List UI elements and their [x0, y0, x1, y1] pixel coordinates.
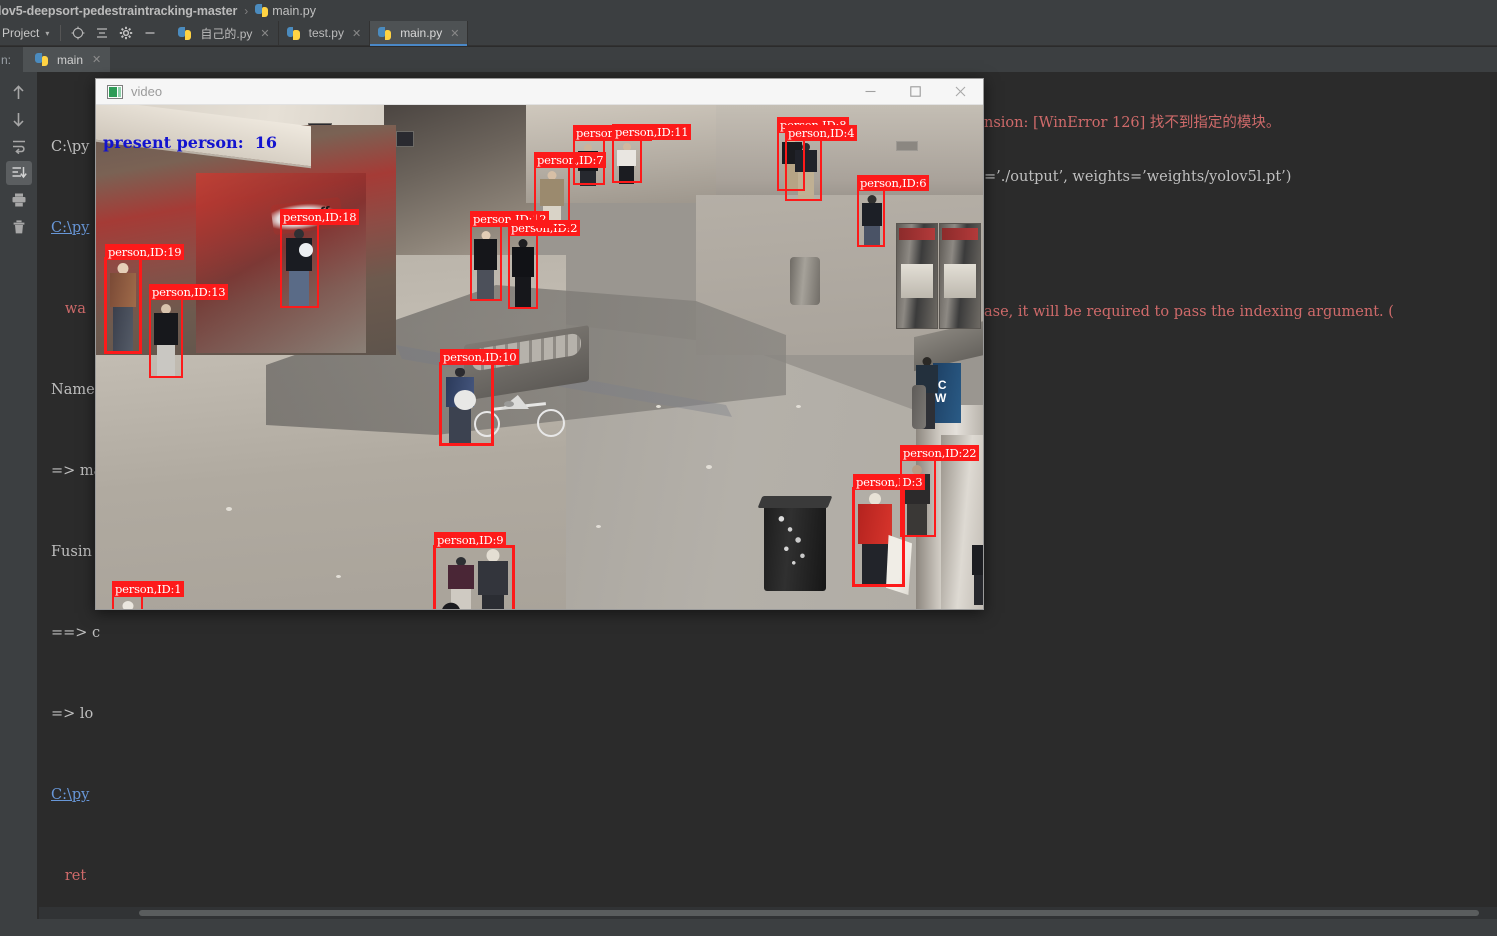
console-action-gutter [0, 72, 38, 936]
detection-box-13: person,ID:13 [149, 284, 229, 378]
trash-icon[interactable] [6, 215, 32, 239]
python-file-icon [286, 26, 300, 40]
print-icon[interactable] [6, 188, 32, 212]
scrollbar-thumb[interactable] [139, 910, 1479, 916]
breadcrumb: lov5-deepsort-pedestraintracking-master … [0, 0, 1497, 21]
detection-label-4: person,ID:4 [785, 125, 858, 141]
minimize-icon[interactable] [138, 22, 162, 44]
maximize-icon[interactable] [893, 79, 938, 105]
detection-label-9: person,ID:9 [434, 532, 507, 548]
scene-litter-bin [764, 503, 826, 591]
editor-tab-label: test.py [308, 26, 344, 40]
editor-tab-2[interactable]: main.py ✕ [370, 20, 469, 46]
run-tool-window-header: n: main ✕ [0, 47, 1497, 72]
present-person-counter: present person: 16 [103, 133, 277, 152]
console-line-error: nsion: [WinError 126] 找不到指定的模块。 [984, 115, 1281, 131]
close-icon[interactable] [938, 79, 983, 105]
close-icon[interactable]: ✕ [92, 53, 101, 66]
main-toolbar: Project ▾ 自己的.py ✕ test.py ✕ main.py ✕ [0, 20, 1497, 46]
project-label: Project [2, 26, 40, 40]
arrow-up-icon[interactable] [6, 80, 32, 104]
arrow-down-icon[interactable] [6, 107, 32, 131]
python-file-icon [35, 53, 49, 66]
detection-box-18: person,ID:18 [280, 209, 360, 308]
video-window-titlebar[interactable]: video [96, 79, 983, 105]
detection-box-3: person,ID:3 [852, 474, 926, 587]
detection-box-19: person,ID:19 [104, 244, 185, 354]
scene-window [896, 141, 918, 151]
scene-bicycle-wheel [537, 409, 565, 437]
detection-box-12: person,ID:12 [470, 211, 550, 301]
console-line-args: =’./output’, weights=’weights/yolov5l.pt… [984, 169, 1292, 185]
detection-box-4: person,ID:4 [785, 125, 858, 201]
console-horizontal-scrollbar[interactable] [39, 907, 1497, 919]
scroll-to-end-icon[interactable] [5, 161, 32, 185]
close-icon[interactable]: ✕ [352, 27, 361, 40]
settings-gear-icon[interactable] [114, 22, 138, 44]
detection-box-2: person,ID:2 [508, 220, 581, 309]
video-app-icon [107, 84, 123, 99]
scene-window [396, 131, 414, 147]
editor-tab-1[interactable]: test.py ✕ [279, 20, 371, 46]
run-tool-window-label: n: [1, 52, 12, 67]
toolbar-divider [60, 25, 62, 41]
detection-label-13: person,ID:13 [149, 284, 229, 300]
screen: lov5-deepsort-pedestraintracking-master … [0, 0, 1497, 936]
scene-phone-booth [939, 223, 981, 329]
detection-label-22: person,ID:22 [900, 445, 980, 461]
editor-tab-strip: 自己的.py ✕ test.py ✕ main.py ✕ [170, 20, 469, 46]
video-window-title: video [131, 84, 163, 99]
close-icon[interactable]: ✕ [260, 27, 269, 40]
detection-box-14: person,ID:14 [573, 125, 653, 185]
video-window[interactable]: video IC W person,ID:19 person,ID:13 per… [95, 78, 984, 610]
detection-box-7: person,ID:7 [534, 152, 607, 228]
python-file-icon [255, 4, 269, 17]
status-bar [0, 919, 1497, 936]
scene-phone-booth [896, 223, 938, 329]
target-icon[interactable] [66, 22, 90, 44]
python-file-icon [378, 26, 392, 40]
project-tool-button[interactable]: Project ▾ [0, 21, 55, 46]
run-config-tab-main[interactable]: main ✕ [23, 47, 111, 72]
detection-label-10: person,ID:10 [440, 349, 520, 365]
editor-tab-label: main.py [400, 26, 443, 40]
detection-box-22: person,ID:22 [900, 445, 980, 537]
editor-tab-0[interactable]: 自己的.py ✕ [170, 20, 279, 46]
detection-box-11: person,ID:11 [612, 124, 692, 183]
scene-person-partial [972, 545, 983, 605]
breadcrumb-file[interactable]: main.py [272, 4, 316, 18]
detection-label-18: person,ID:18 [280, 209, 360, 225]
detection-label-19: person,ID:19 [105, 244, 185, 260]
detection-label-6: person,ID:6 [857, 175, 930, 191]
window-controls [848, 79, 983, 105]
collapse-all-icon[interactable] [90, 22, 114, 44]
scene-bollard [790, 257, 820, 305]
scene-suitcase [912, 385, 926, 429]
detection-box-1: person,ID:1 [112, 581, 185, 609]
video-canvas[interactable]: 0% off [96, 105, 983, 609]
run-config-tab-label: main [57, 52, 84, 67]
chevron-down-icon: ▾ [45, 28, 50, 38]
detection-box-10: person,ID:10 [439, 349, 520, 446]
breadcrumb-separator: › [244, 3, 249, 18]
detection-box-6: person,ID:6 [857, 175, 930, 247]
console-output-right-overflow: nsion: [WinError 126] 找不到指定的模块。 =’./outp… [984, 72, 1497, 907]
breadcrumb-project[interactable]: lov5-deepsort-pedestraintracking-master [0, 4, 237, 18]
soft-wrap-icon[interactable] [6, 134, 32, 158]
editor-tab-label: 自己的.py [200, 26, 253, 41]
minimize-icon[interactable] [848, 79, 893, 105]
python-file-icon [178, 26, 192, 40]
detection-label-11: person,ID:11 [612, 124, 692, 140]
scene-bicycle-detail [504, 401, 514, 407]
console-line-warning: ase, it will be required to pass the ind… [984, 304, 1394, 320]
detection-label-1: person,ID:1 [112, 581, 185, 597]
detection-box-9: person,ID:9 [433, 532, 515, 609]
close-icon[interactable]: ✕ [450, 27, 459, 40]
